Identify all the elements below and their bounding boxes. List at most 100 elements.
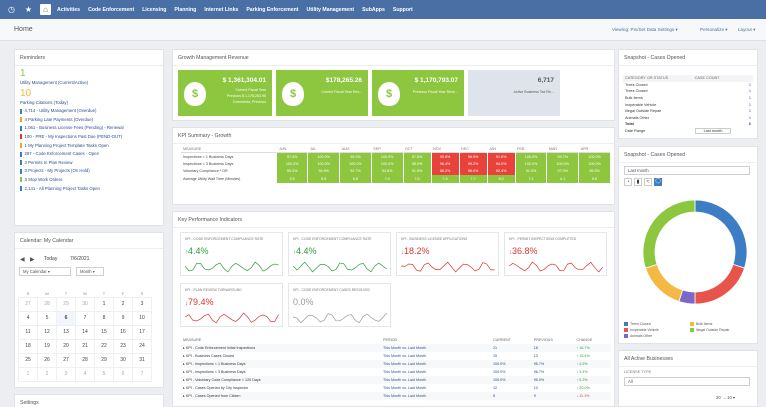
snapshot-row[interactable]: Inoperable Vehicle 1	[623, 101, 753, 108]
calendar-day[interactable]: 13	[56, 324, 76, 340]
calendar-day[interactable]: 27	[18, 296, 38, 312]
calendar-day[interactable]: 19	[37, 338, 57, 354]
calendar-view-select[interactable]: Month ▾	[76, 267, 104, 276]
calendar-next-icon[interactable]: ▶	[30, 256, 35, 263]
kpi-card[interactable]: KPI - PERMIT INSPECTIONS COMPLETED ↓36.8%	[504, 232, 607, 276]
kpi-measure-period[interactable]: This Month vs. Last Month	[381, 344, 491, 352]
license-type-select[interactable]: All	[624, 377, 750, 386]
kpi-measure-period[interactable]: This Month vs. Last Month	[381, 360, 491, 368]
layout-link[interactable]: Layout ▾	[738, 27, 755, 33]
bar-chart-icon[interactable]: ▮	[634, 178, 642, 186]
kpi-measure-period[interactable]: This Month vs. Last Month	[381, 368, 491, 376]
reminder-item[interactable]: 3 Projects - My Projects (On Hold)	[15, 167, 163, 176]
kpi-summary-row[interactable]: Inspections < 3 Business Days 100.0% 100.0…	[181, 160, 611, 168]
legend-item[interactable]: Inoperable Vehicle	[624, 328, 659, 333]
snapshot-row-count[interactable]: 1	[693, 88, 753, 95]
nav-item-parking-enforcement[interactable]: Parking Enforcement	[246, 7, 298, 13]
calendar-day[interactable]: 15	[94, 324, 114, 340]
calendar-day[interactable]: 26	[37, 352, 57, 368]
calendar-prev-icon[interactable]: ◀	[20, 256, 25, 263]
calendar-day[interactable]: 23	[113, 338, 133, 354]
revenue-box-fiscal[interactable]: $ $178,265.26 Current Fiscal Year Rev...	[276, 70, 368, 116]
kpi-card[interactable]: KPI - BUSINESS LICENSE APPLICATIONS ↓18.2…	[396, 232, 499, 276]
calendar-day[interactable]: 31	[132, 352, 152, 368]
date-range-select[interactable]: Last month	[693, 128, 753, 135]
kpi-measure-row[interactable]: ▸ KPI - Cases Opened from Citizen This Mo…	[181, 392, 611, 400]
snapshot-row[interactable]: Bulk Items 1	[623, 95, 753, 102]
calendar-day[interactable]: 6	[56, 310, 76, 326]
snapshot-row-count[interactable]: 1	[693, 101, 753, 108]
revenue-box-previous[interactable]: $ $ 1,170,793.07 Previous Fiscal Year Re…	[372, 70, 464, 116]
kpi-measure-period[interactable]: This Month vs. Last Month	[381, 352, 491, 360]
reminder-item[interactable]: 3 Permits In Plan Review	[15, 159, 163, 168]
reminder-item[interactable]: 100 - PRE - My Inspections Past Due (PEN…	[15, 133, 163, 142]
star-icon[interactable]: ★	[23, 4, 34, 15]
calendar-day[interactable]: 29	[94, 352, 114, 368]
kpi-measure-row[interactable]: ▸ KPI - Inspections < 3 Business Days Thi…	[181, 368, 611, 376]
reminder-item[interactable]: 1 My Planning Project Template Tasks Ope…	[15, 142, 163, 151]
reminder-item[interactable]: 297 - Code Enforcement Cases - Open	[15, 150, 163, 159]
donut-chart-icon[interactable]: ◯	[654, 178, 662, 186]
calendar-day[interactable]: 8	[94, 310, 114, 326]
kpi-measure-row[interactable]: ▸ KPI - Business Cases Closed This Month …	[181, 352, 611, 360]
kpi-measure-row[interactable]: ▸ KPI - Code Enforcement Initial Inspect…	[181, 344, 611, 352]
calendar-day[interactable]: 17	[132, 324, 152, 340]
reminder-item[interactable]: 3 Stop Work Orders	[15, 176, 163, 185]
donut-slice-inoperable-vehicle[interactable]	[694, 263, 745, 305]
calendar-day[interactable]: 22	[94, 338, 114, 354]
snapshot-row[interactable]: Trees Closed 1	[623, 88, 753, 95]
line-chart-icon[interactable]: ≈	[644, 178, 652, 186]
reminder-label-parking[interactable]: Parking Citations (Today)	[15, 99, 163, 108]
kpi-measure-row[interactable]: ▸ KPI - Voluntary Code Compliance < 120 …	[181, 376, 611, 384]
calendar-day[interactable]: 10	[132, 310, 152, 326]
calendar-day[interactable]: 4	[75, 366, 95, 382]
kpi-card[interactable]: KPI - CODE ENFORCEMENT COMPLIANCE RATE ↑4…	[288, 232, 391, 276]
legend-item[interactable]: Animals Other	[624, 334, 652, 339]
snapshot-row-count[interactable]: 1	[693, 115, 753, 122]
kpi-measure-row[interactable]: ▸ KPI - Inspections < 1 Business Days Thi…	[181, 360, 611, 368]
calendar-day[interactable]: 5	[94, 366, 114, 382]
reminder-item[interactable]: 4,714 - Utility Management (Overdue)	[15, 107, 163, 116]
calendar-day[interactable]: 1	[18, 366, 38, 382]
revenue-box-business-tax[interactable]: 6,717 Active Business Tax Re...	[468, 70, 560, 116]
pie-chart-icon[interactable]: ◔	[624, 178, 632, 186]
revenue-box-current[interactable]: $ $ 1,361,304.01 Current Fiscal Year Pre…	[178, 70, 272, 116]
calendar-day[interactable]: 30	[75, 296, 95, 312]
calendar-day[interactable]: 20	[56, 338, 76, 354]
kpi-summary-row[interactable]: Voluntary Compliance * DR 95.3% 94.9% 92.7%…	[181, 167, 611, 175]
clock-icon[interactable]: ◷	[6, 4, 17, 15]
donut-slice-bulk-items[interactable]	[645, 263, 684, 302]
calendar-day[interactable]: 7	[132, 366, 152, 382]
donut-slice-illegal-outside-repair[interactable]	[642, 199, 696, 269]
calendar-day[interactable]: 2	[113, 296, 133, 312]
kpi-measure-period[interactable]: This Month vs. Last Month	[381, 376, 491, 384]
calendar-day[interactable]: 16	[113, 324, 133, 340]
calendar-day[interactable]: 6	[113, 366, 133, 382]
legend-item[interactable]: Illegal Outside Repair	[690, 328, 729, 333]
personalize-link[interactable]: Personalize ▾	[700, 27, 728, 33]
calendar-day[interactable]: 9	[113, 310, 133, 326]
kpi-card[interactable]: KPI - CODE ENFORCEMENT CASES RESOLVED 0.0…	[288, 283, 391, 327]
nav-item-activities[interactable]: Activities	[57, 7, 80, 13]
nav-item-code-enforcement[interactable]: Code Enforcement	[88, 7, 134, 13]
calendar-day[interactable]: 5	[37, 310, 57, 326]
nav-item-planning[interactable]: Planning	[174, 7, 196, 13]
home-icon[interactable]: ⌂	[40, 4, 51, 15]
nav-item-utility-management[interactable]: Utility Management	[307, 7, 355, 13]
kpi-card[interactable]: KPI - PLAN REVIEW TURNAROUND ↓79.4%	[180, 283, 283, 327]
calendar-day[interactable]: 3	[56, 366, 76, 382]
snapshot-row[interactable]: Trees Closed 1	[623, 82, 753, 89]
kpi-measure-period[interactable]: This Month vs. Last Month	[381, 392, 491, 400]
calendar-day[interactable]: 28	[37, 296, 57, 312]
snapshot-row[interactable]: Illegal Outside Repair 1	[623, 108, 753, 115]
calendar-day[interactable]: 2	[37, 366, 57, 382]
legend-item[interactable]: Bulk Items	[690, 322, 712, 327]
calendar-day[interactable]: 18	[18, 338, 38, 354]
reminder-item[interactable]: 2,141 - All Planning Project Tasks Open	[15, 185, 163, 194]
reminder-label-utility[interactable]: Utility Management (Current/Active)	[15, 79, 163, 88]
calendar-day[interactable]: 14	[75, 324, 95, 340]
calendar-day[interactable]: 1	[94, 296, 114, 312]
donut-slice-trees-closed[interactable]	[694, 199, 748, 269]
reminder-item[interactable]: 4 Parking Late Payments (Overdue)	[15, 116, 163, 125]
snapshot-row-count[interactable]: 1	[693, 108, 753, 115]
